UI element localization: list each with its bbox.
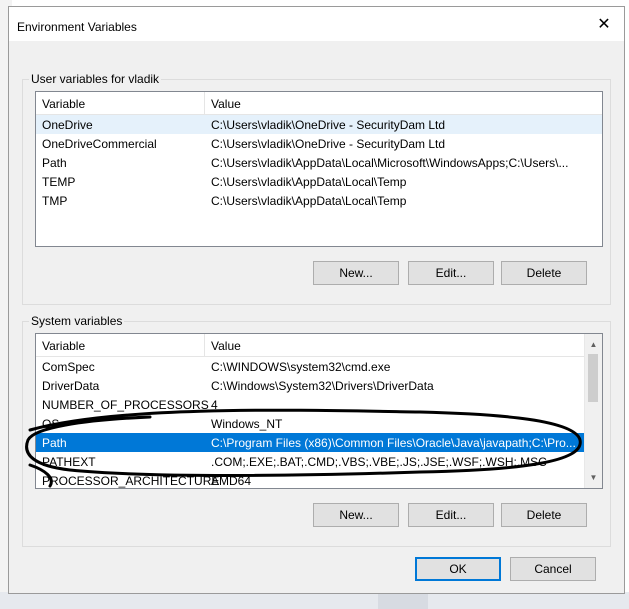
variable-name: NUMBER_OF_PROCESSORS bbox=[42, 398, 209, 412]
table-row[interactable]: Path C:\Users\vladik\AppData\Local\Micros… bbox=[36, 153, 602, 172]
background-taskbar-strip bbox=[0, 592, 629, 609]
column-header-value[interactable]: Value bbox=[211, 97, 241, 111]
chevron-down-icon[interactable]: ▼ bbox=[585, 469, 602, 486]
table-row[interactable]: PROCESSOR_ARCHITECTURE AMD64 bbox=[36, 471, 585, 488]
table-row[interactable]: NUMBER_OF_PROCESSORS 4 bbox=[36, 395, 585, 414]
user-delete-button[interactable]: Delete bbox=[501, 261, 587, 285]
table-row[interactable]: TMP C:\Users\vladik\AppData\Local\Temp bbox=[36, 191, 602, 210]
table-row[interactable]: Path C:\Program Files (x86)\Common Files\… bbox=[36, 433, 585, 452]
title-bar[interactable]: Environment Variables ✕ bbox=[9, 7, 624, 41]
variable-value: C:\Users\vladik\AppData\Local\Temp bbox=[211, 194, 407, 208]
table-row[interactable]: PATHEXT .COM;.EXE;.BAT;.CMD;.VBS;.VBE;.JS… bbox=[36, 452, 585, 471]
user-variables-group: User variables for vladik Variable Value… bbox=[22, 72, 611, 305]
variable-name: TEMP bbox=[42, 175, 76, 189]
table-row[interactable]: OneDrive C:\Users\vladik\OneDrive - Secur… bbox=[36, 115, 602, 134]
variable-name: ComSpec bbox=[42, 360, 95, 374]
window-title: Environment Variables bbox=[17, 20, 137, 34]
table-row[interactable]: DriverData C:\Windows\System32\Drivers\Dr… bbox=[36, 376, 585, 395]
environment-variables-dialog: Environment Variables ✕ User variables f… bbox=[8, 6, 625, 594]
variable-value: AMD64 bbox=[211, 474, 252, 488]
variable-name: Path bbox=[42, 156, 67, 170]
system-variables-group: System variables Variable Value ComSpec C… bbox=[22, 314, 611, 547]
background-tile bbox=[378, 594, 428, 609]
variable-value: C:\Users\vladik\OneDrive - SecurityDam L… bbox=[211, 118, 446, 132]
variable-value: Windows_NT bbox=[211, 417, 283, 431]
variable-name: OS bbox=[42, 417, 60, 431]
variable-value: C:\Users\vladik\OneDrive - SecurityDam L… bbox=[211, 137, 446, 151]
table-row[interactable]: TEMP C:\Users\vladik\AppData\Local\Temp bbox=[36, 172, 602, 191]
system-edit-button[interactable]: Edit... bbox=[408, 503, 494, 527]
column-separator[interactable] bbox=[204, 92, 205, 114]
variable-name: TMP bbox=[42, 194, 68, 208]
variable-value: C:\Program Files (x86)\Common Files\Orac… bbox=[211, 436, 576, 450]
scrollbar-thumb[interactable] bbox=[588, 354, 598, 402]
variable-name: PATHEXT bbox=[42, 455, 96, 469]
system-new-button[interactable]: New... bbox=[313, 503, 399, 527]
variable-value: C:\Users\vladik\AppData\Local\Microsoft\… bbox=[211, 156, 569, 170]
ok-button[interactable]: OK bbox=[415, 557, 501, 581]
system-variables-list[interactable]: Variable Value ComSpec C:\WINDOWS\system3… bbox=[35, 333, 603, 489]
close-icon[interactable]: ✕ bbox=[594, 15, 614, 35]
column-header-variable[interactable]: Variable bbox=[42, 339, 85, 353]
user-edit-button[interactable]: Edit... bbox=[408, 261, 494, 285]
variable-name: OneDriveCommercial bbox=[42, 137, 157, 151]
variable-value: C:\Windows\System32\Drivers\DriverData bbox=[211, 379, 434, 393]
variable-value: C:\WINDOWS\system32\cmd.exe bbox=[211, 360, 391, 374]
variable-name: DriverData bbox=[42, 379, 100, 393]
table-row[interactable]: OS Windows_NT bbox=[36, 414, 585, 433]
variable-value: .COM;.EXE;.BAT;.CMD;.VBS;.VBE;.JS;.JSE;.… bbox=[211, 455, 547, 469]
list-header: Variable Value bbox=[36, 92, 602, 115]
column-header-value[interactable]: Value bbox=[211, 339, 241, 353]
column-header-variable[interactable]: Variable bbox=[42, 97, 85, 111]
table-row[interactable]: OneDriveCommercial C:\Users\vladik\OneDri… bbox=[36, 134, 602, 153]
variable-name: OneDrive bbox=[42, 118, 93, 132]
system-list-scrollbar[interactable]: ▲ ▼ bbox=[584, 334, 602, 488]
column-separator[interactable] bbox=[204, 334, 205, 356]
variable-value: C:\Users\vladik\AppData\Local\Temp bbox=[211, 175, 407, 189]
user-variables-label: User variables for vladik bbox=[29, 72, 162, 86]
user-new-button[interactable]: New... bbox=[313, 261, 399, 285]
variable-name: PROCESSOR_ARCHITECTURE bbox=[42, 474, 220, 488]
table-row[interactable]: ComSpec C:\WINDOWS\system32\cmd.exe bbox=[36, 357, 585, 376]
variable-name: Path bbox=[42, 436, 67, 450]
list-header: Variable Value bbox=[36, 334, 585, 357]
system-delete-button[interactable]: Delete bbox=[501, 503, 587, 527]
system-variables-label: System variables bbox=[29, 314, 125, 328]
variable-value: 4 bbox=[211, 398, 218, 412]
user-variables-list[interactable]: Variable Value OneDrive C:\Users\vladik\O… bbox=[35, 91, 603, 247]
cancel-button[interactable]: Cancel bbox=[510, 557, 596, 581]
chevron-up-icon[interactable]: ▲ bbox=[585, 336, 602, 353]
